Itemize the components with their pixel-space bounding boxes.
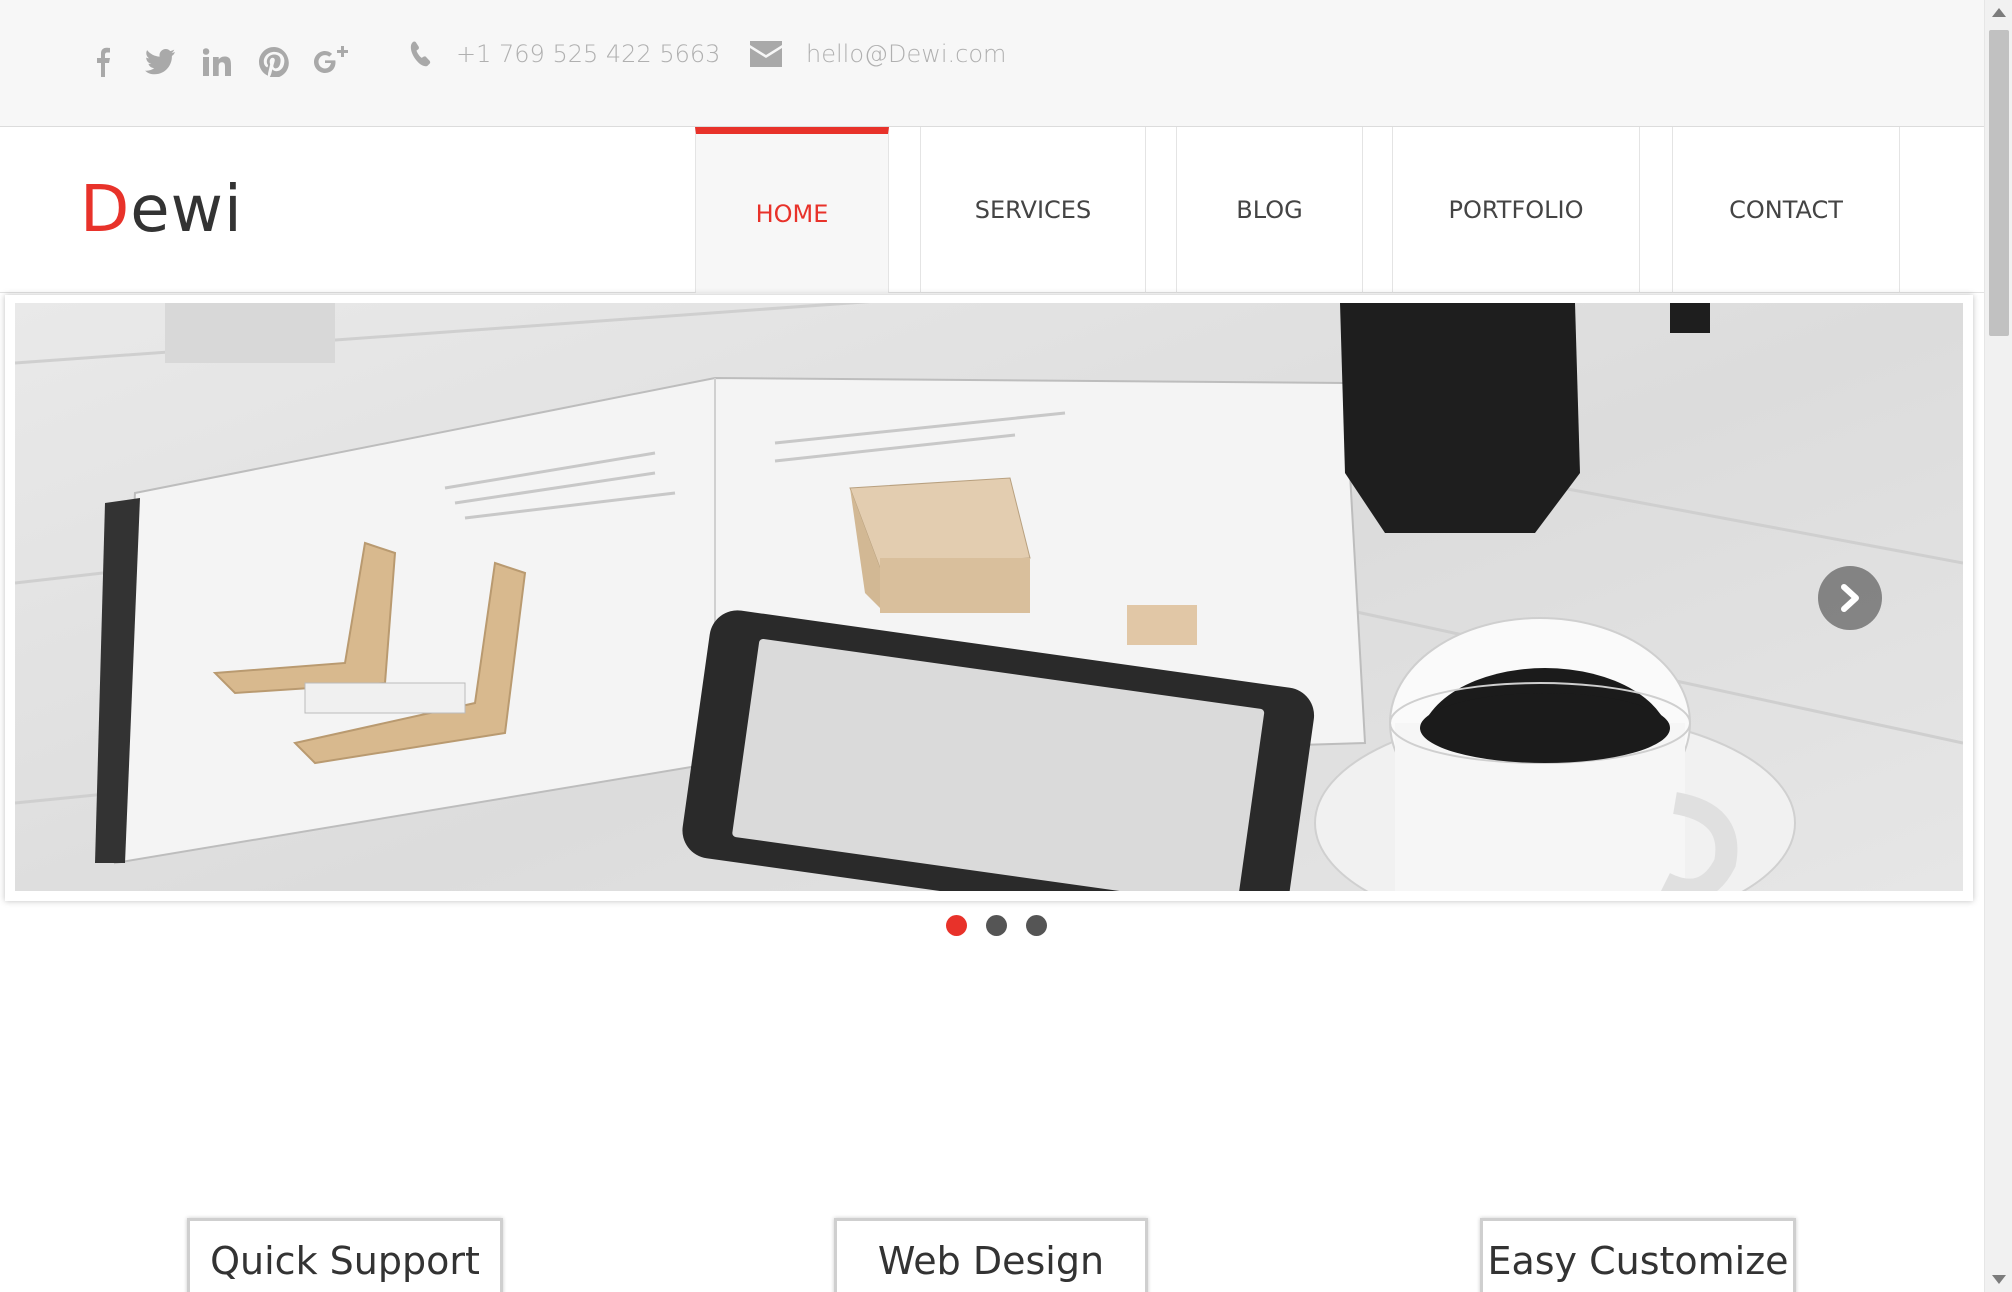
slider-next-button[interactable] bbox=[1818, 566, 1882, 630]
slide-image bbox=[15, 303, 1963, 891]
site-header: Dewi HOME SERVICES BLOG PORTFOLIO CONTAC… bbox=[0, 127, 1984, 293]
slider-dot-3[interactable] bbox=[1026, 915, 1047, 936]
google-plus-icon[interactable] bbox=[302, 40, 359, 84]
desk-scene-illustration bbox=[15, 303, 1963, 891]
hero-slider bbox=[5, 295, 1973, 901]
nav-item-blog[interactable]: BLOG bbox=[1176, 127, 1363, 293]
phone-contact: +1 769 525 422 5663 bbox=[408, 40, 720, 68]
twitter-icon[interactable] bbox=[131, 40, 188, 84]
chevron-right-icon bbox=[1841, 584, 1859, 612]
slider-dot-1[interactable] bbox=[946, 915, 967, 936]
top-bar: +1 769 525 422 5663 hello@Dewi.com bbox=[0, 0, 1984, 127]
feature-easy-customize: Easy Customize bbox=[1480, 1218, 1796, 1292]
logo-first-letter: D bbox=[80, 173, 131, 247]
logo[interactable]: Dewi bbox=[80, 173, 243, 247]
phone-icon bbox=[410, 41, 431, 67]
nav-item-services[interactable]: SERVICES bbox=[920, 127, 1146, 293]
envelope-icon bbox=[750, 41, 782, 67]
feature-title: Web Design bbox=[877, 1239, 1105, 1283]
nav-item-home[interactable]: HOME bbox=[695, 127, 889, 293]
pinterest-icon[interactable] bbox=[245, 40, 302, 84]
scroll-down-arrow[interactable] bbox=[1992, 1275, 2006, 1284]
phone-number[interactable]: +1 769 525 422 5663 bbox=[456, 40, 720, 68]
linkedin-icon[interactable] bbox=[188, 40, 245, 84]
email-contact: hello@Dewi.com bbox=[750, 40, 1006, 68]
page: +1 769 525 422 5663 hello@Dewi.com Dewi … bbox=[0, 0, 2012, 1292]
slider-pagination bbox=[946, 915, 1047, 936]
scrollbar[interactable] bbox=[1984, 0, 2012, 1292]
facebook-icon[interactable] bbox=[74, 40, 131, 84]
nav-item-contact[interactable]: CONTACT bbox=[1672, 127, 1900, 293]
scroll-up-arrow[interactable] bbox=[1992, 8, 2006, 17]
logo-rest: ewi bbox=[130, 173, 243, 247]
slider-dot-2[interactable] bbox=[986, 915, 1007, 936]
scroll-thumb[interactable] bbox=[1989, 30, 2009, 336]
social-links bbox=[74, 40, 359, 84]
feature-title: Quick Support bbox=[210, 1239, 480, 1283]
feature-quick-support: Quick Support bbox=[187, 1218, 503, 1292]
feature-web-design: Web Design bbox=[834, 1218, 1148, 1292]
email-address[interactable]: hello@Dewi.com bbox=[806, 40, 1006, 68]
nav-item-portfolio[interactable]: PORTFOLIO bbox=[1392, 127, 1640, 293]
feature-title: Easy Customize bbox=[1487, 1239, 1789, 1283]
